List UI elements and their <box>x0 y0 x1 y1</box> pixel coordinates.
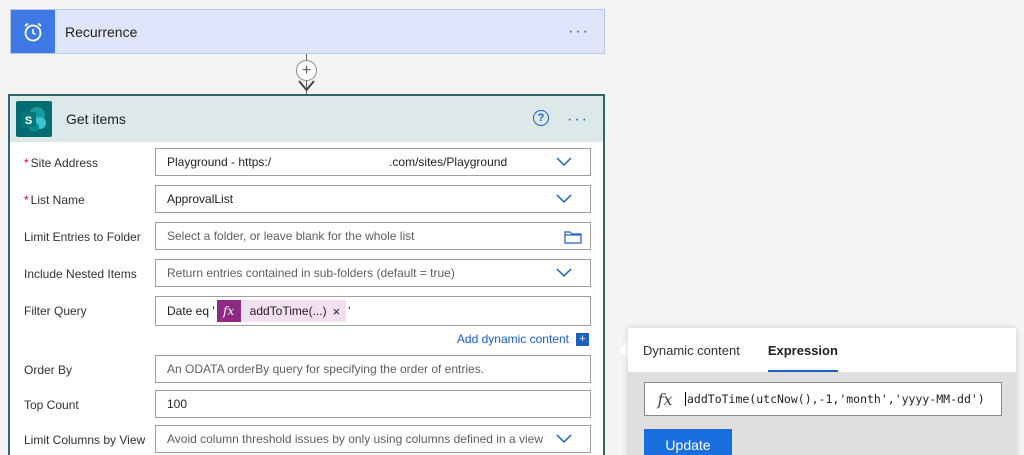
top-count-input[interactable]: 100 <box>155 390 591 418</box>
folder-icon[interactable] <box>564 230 582 244</box>
help-icon[interactable]: ? <box>533 110 549 126</box>
expression-input[interactable]: fx addToTime(utcNow(),-1,'month','yyyy-M… <box>644 382 1002 416</box>
add-dynamic-content-link[interactable]: Add dynamic content + <box>457 332 589 346</box>
get-items-card: S Get items ? ··· * Site Address Playgrou… <box>8 94 605 455</box>
top-count-label: Top Count <box>24 398 79 412</box>
get-items-header[interactable]: S Get items ? ··· <box>10 96 603 142</box>
chevron-down-icon <box>556 434 572 444</box>
nested-items-dropdown[interactable]: Return entries contained in sub-folders … <box>155 259 591 287</box>
site-address-dropdown[interactable]: Playground - https:/ .com/sites/Playgrou… <box>155 148 591 176</box>
add-icon: + <box>576 332 589 346</box>
chevron-down-icon <box>556 194 572 204</box>
expression-body: fx addToTime(utcNow(),-1,'month','yyyy-M… <box>628 372 1016 455</box>
sharepoint-icon: S <box>16 101 52 137</box>
insert-step-button[interactable]: + <box>296 60 317 81</box>
get-items-more-button[interactable]: ··· <box>567 112 589 128</box>
list-name-label: * List Name <box>24 193 85 207</box>
chevron-down-icon <box>556 268 572 278</box>
order-by-input[interactable]: An ODATA orderBy query for specifying th… <box>155 355 591 383</box>
filter-query-label: Filter Query <box>24 304 87 318</box>
limit-columns-label: Limit Columns by View <box>24 433 146 447</box>
expression-token[interactable]: fx addToTime(...) × <box>216 300 347 322</box>
recurrence-title: Recurrence <box>65 23 138 40</box>
site-address-label: * Site Address <box>24 156 99 170</box>
nested-items-label: Include Nested Items <box>24 267 137 281</box>
recurrence-more-button[interactable]: ··· <box>568 23 590 40</box>
chevron-down-icon <box>556 157 572 167</box>
panel-tabs: Dynamic content Expression <box>628 328 1016 372</box>
alarm-clock-icon <box>11 10 55 53</box>
limit-folder-input[interactable]: Select a folder, or leave blank for the … <box>155 222 591 250</box>
get-items-title: Get items <box>66 111 126 127</box>
tab-dynamic-content[interactable]: Dynamic content <box>643 328 740 372</box>
remove-token-icon[interactable]: × <box>333 304 347 319</box>
limit-columns-dropdown[interactable]: Avoid column threshold issues by only us… <box>155 425 591 453</box>
limit-folder-label: Limit Entries to Folder <box>24 230 141 244</box>
filter-query-input[interactable]: Date eq ' fx addToTime(...) × ' <box>155 296 591 326</box>
fx-icon: fx <box>216 300 241 322</box>
add-dynamic-row: Add dynamic content + <box>10 332 603 346</box>
sharepoint-icon-letter: S <box>25 115 32 127</box>
expression-panel: Dynamic content Expression fx addToTime(… <box>628 328 1016 455</box>
expression-text: addToTime(utcNow(),-1,'month','yyyy-MM-d… <box>685 392 985 406</box>
order-by-label: Order By <box>24 363 73 377</box>
tab-expression[interactable]: Expression <box>767 328 839 372</box>
arrow-down-icon <box>298 80 315 92</box>
update-button[interactable]: Update <box>644 429 732 455</box>
recurrence-card[interactable]: Recurrence ··· <box>10 9 605 54</box>
list-name-dropdown[interactable]: ApprovalList <box>155 185 591 213</box>
fx-icon: fx <box>657 389 673 409</box>
